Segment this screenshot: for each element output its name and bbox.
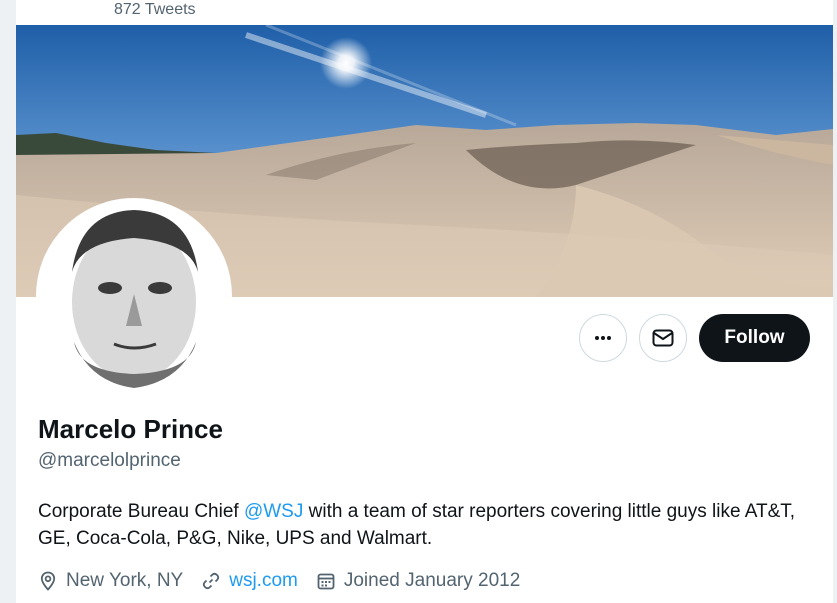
profile-handle: @marcelolprince [38, 450, 181, 471]
profile-bio: Corporate Bureau Chief @WSJ with a team … [38, 498, 818, 552]
profile-name: Marcelo Prince [38, 414, 223, 444]
right-scrollbar[interactable] [833, 0, 837, 603]
bio-text-start: Corporate Bureau Chief [38, 501, 244, 522]
calendar-icon [317, 573, 335, 590]
website-item[interactable]: wsj.com [201, 570, 298, 592]
left-gutter [0, 0, 16, 603]
location-text: New York, NY [66, 570, 184, 591]
profile-meta: New York, NY wsj.com Joined January 2012 [38, 568, 538, 594]
follow-button[interactable]: Follow [699, 314, 810, 362]
location-pin-icon [40, 571, 56, 591]
message-button[interactable] [639, 314, 687, 362]
tweet-count: 872 Tweets [114, 1, 196, 18]
more-dots-icon [595, 336, 611, 340]
avatar-image [40, 202, 228, 390]
location-item: New York, NY [38, 570, 183, 592]
profile-avatar[interactable] [36, 198, 232, 394]
link-icon [203, 572, 220, 590]
bio-mention-link[interactable]: @WSJ [244, 501, 303, 522]
joined-text: Joined January 2012 [343, 570, 521, 591]
joined-item: Joined January 2012 [316, 570, 520, 592]
envelope-icon [652, 329, 674, 347]
more-options-button[interactable] [579, 314, 627, 362]
website-link[interactable]: wsj.com [229, 570, 298, 592]
